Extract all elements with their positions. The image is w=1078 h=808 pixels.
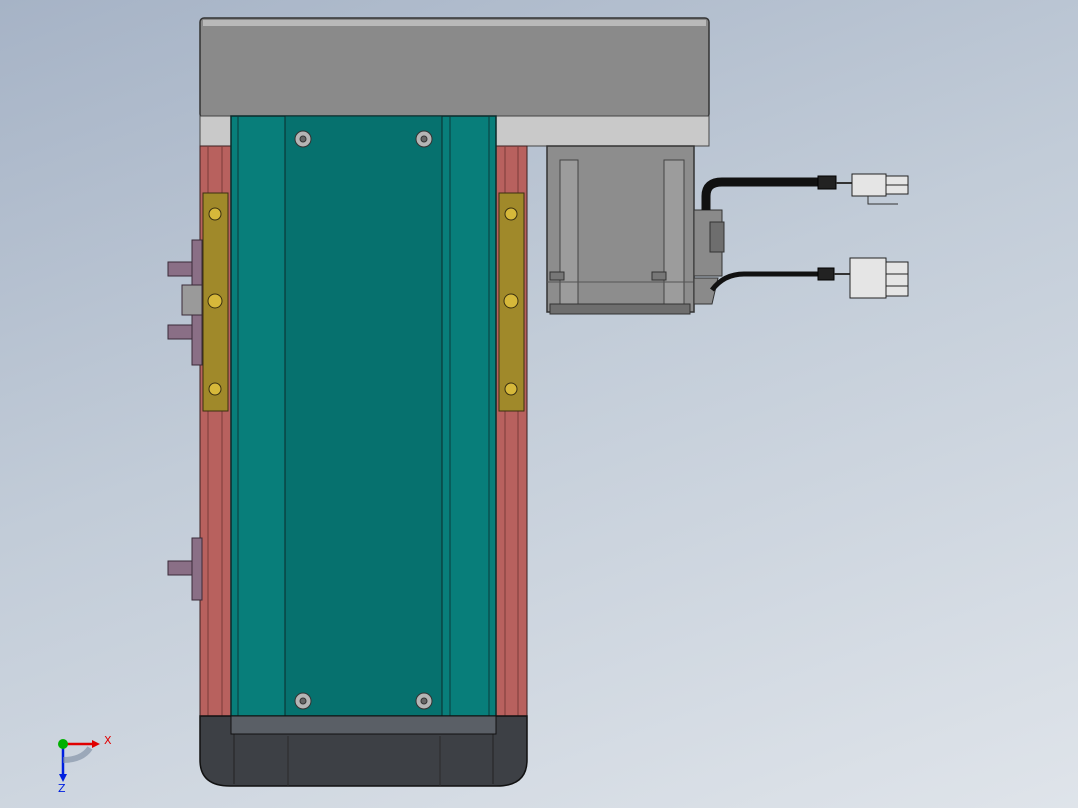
- upper-cable[interactable]: [701, 173, 909, 210]
- carriage[interactable]: [230, 115, 497, 733]
- actuator-model[interactable]: X Z: [0, 0, 1078, 808]
- lower-cable[interactable]: [710, 257, 909, 299]
- end-cap[interactable]: [199, 715, 528, 787]
- y-axis-dot: [58, 739, 68, 749]
- z-axis-label: Z: [58, 782, 66, 795]
- left-mount-brackets[interactable]: [167, 239, 203, 601]
- axis-triad: X Z: [58, 734, 112, 795]
- cad-viewport[interactable]: X Z: [0, 0, 1078, 808]
- servo-motor[interactable]: [546, 145, 725, 315]
- x-axis-label: X: [104, 734, 112, 747]
